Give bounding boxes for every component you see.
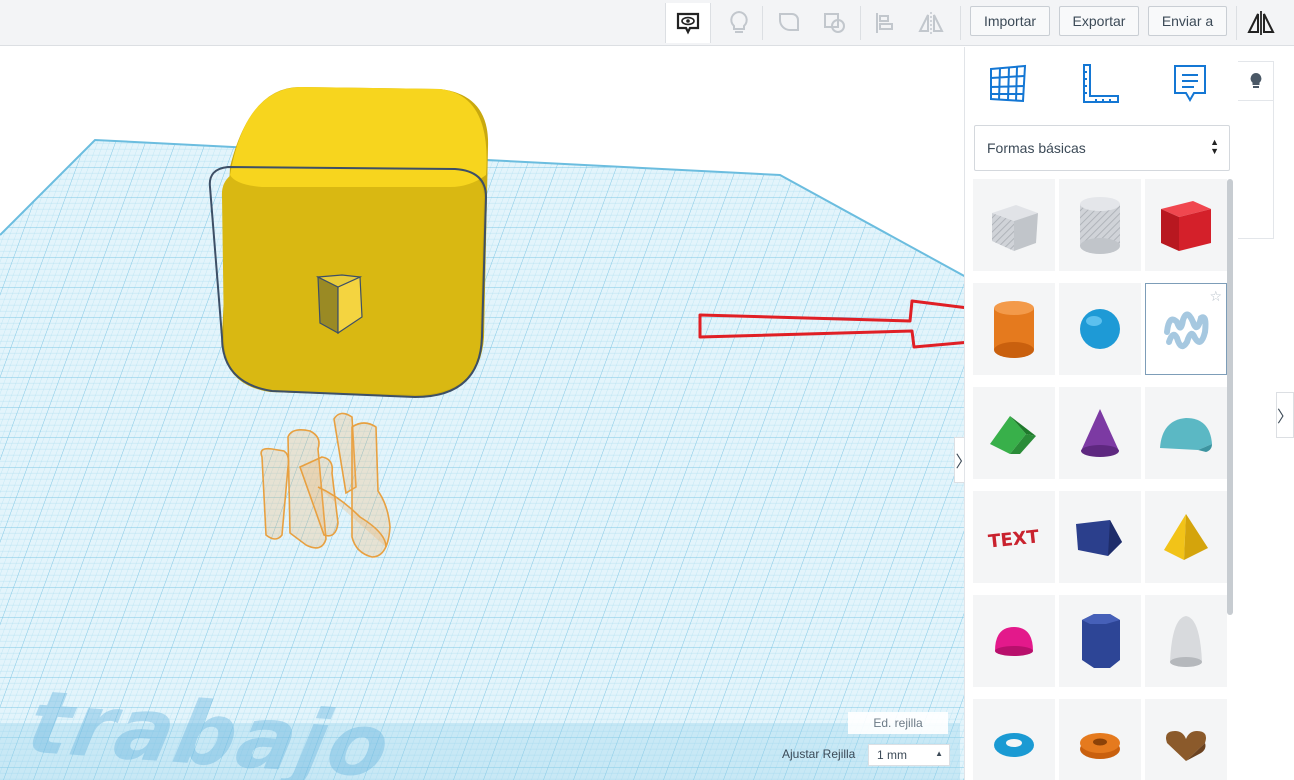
yellow-box-shape[interactable] <box>208 87 489 399</box>
shape-tube[interactable] <box>1059 699 1141 780</box>
shape-scribble[interactable]: ☆ <box>1145 283 1227 375</box>
ungroup-icon[interactable] <box>812 3 858 43</box>
mirror-icon-dark[interactable] <box>1238 3 1284 43</box>
caret-up-icon: ▲ <box>935 749 943 758</box>
shape-sphere[interactable] <box>1059 283 1141 375</box>
tube-icon <box>1080 733 1120 759</box>
shape-torus[interactable] <box>973 699 1055 780</box>
sphere-icon <box>1080 309 1120 349</box>
hint-lightbulb-icon[interactable] <box>1238 61 1274 101</box>
shape-text[interactable]: TEXT <box>973 491 1055 583</box>
send-to-button[interactable]: Enviar a <box>1148 6 1227 36</box>
shape-paraboloid[interactable] <box>1145 595 1227 687</box>
edit-grid-button[interactable]: Ed. rejilla <box>848 712 948 734</box>
cylinder-icon <box>994 301 1034 358</box>
chevron-right-icon: 〉 <box>1277 409 1294 426</box>
cylinder-hole-icon <box>1080 197 1120 254</box>
polygon-icon <box>1082 614 1120 668</box>
box-icon <box>1161 201 1211 251</box>
shape-box-hole[interactable] <box>973 179 1055 271</box>
pyramid-icon <box>1164 514 1208 560</box>
ruler-icon[interactable] <box>1073 59 1127 109</box>
shape-half-sphere[interactable] <box>973 595 1055 687</box>
lightbulb-icon[interactable] <box>716 3 762 43</box>
scribble-icon <box>1164 311 1209 350</box>
expand-right-panel-button[interactable]: 〉 <box>1276 392 1294 438</box>
shape-cylinder-hole[interactable] <box>1059 179 1141 271</box>
cone-icon <box>1081 409 1119 457</box>
shape-cylinder[interactable] <box>973 283 1055 375</box>
snap-grid-label: Ajustar Rejilla <box>782 747 856 761</box>
shape-wedge[interactable] <box>1059 491 1141 583</box>
shape-roof[interactable] <box>973 387 1055 479</box>
box-hole-icon <box>992 205 1038 251</box>
right-side-strip: 〉 <box>1236 47 1294 780</box>
align-icon[interactable] <box>862 3 908 43</box>
select-arrows-icon: ▲ ▼ <box>1210 137 1219 156</box>
torus-icon <box>994 733 1034 757</box>
wedge-icon <box>1076 520 1122 556</box>
shape-round-roof[interactable] <box>1145 387 1227 479</box>
shape-heart[interactable] <box>1145 699 1227 780</box>
shape-polygon[interactable] <box>1059 595 1141 687</box>
svg-text:TEXT: TEXT <box>987 526 1040 552</box>
heart-icon <box>1166 731 1206 761</box>
shape-category-select[interactable]: Formas básicas ▲ ▼ <box>974 125 1230 171</box>
round-roof-icon <box>1160 418 1212 452</box>
import-button[interactable]: Importar <box>970 6 1050 36</box>
export-button[interactable]: Exportar <box>1059 6 1139 36</box>
notes-icon[interactable] <box>1163 59 1217 109</box>
text-icon: TEXT <box>987 526 1040 552</box>
shape-cone[interactable] <box>1059 387 1141 479</box>
snap-grid-select[interactable]: 1 mm ▲ <box>868 744 950 766</box>
shape-box[interactable] <box>1145 179 1227 271</box>
shapes-panel: Formas básicas ▲ ▼ ☆ TEXT <box>964 47 1236 780</box>
mirror-icon[interactable] <box>908 3 954 43</box>
favorite-star-icon[interactable]: ☆ <box>1209 288 1222 305</box>
group-icon[interactable] <box>766 3 812 43</box>
half-sphere-icon <box>995 627 1033 656</box>
panel-scrollbar[interactable] <box>1227 179 1233 615</box>
paraboloid-icon <box>1170 616 1202 667</box>
roof-icon <box>990 416 1036 454</box>
top-toolbar: Importar Exportar Enviar a <box>0 0 1294 46</box>
shape-pyramid[interactable] <box>1145 491 1227 583</box>
workplane-grid-icon[interactable] <box>981 59 1035 109</box>
notes-eye-icon[interactable] <box>665 3 711 43</box>
